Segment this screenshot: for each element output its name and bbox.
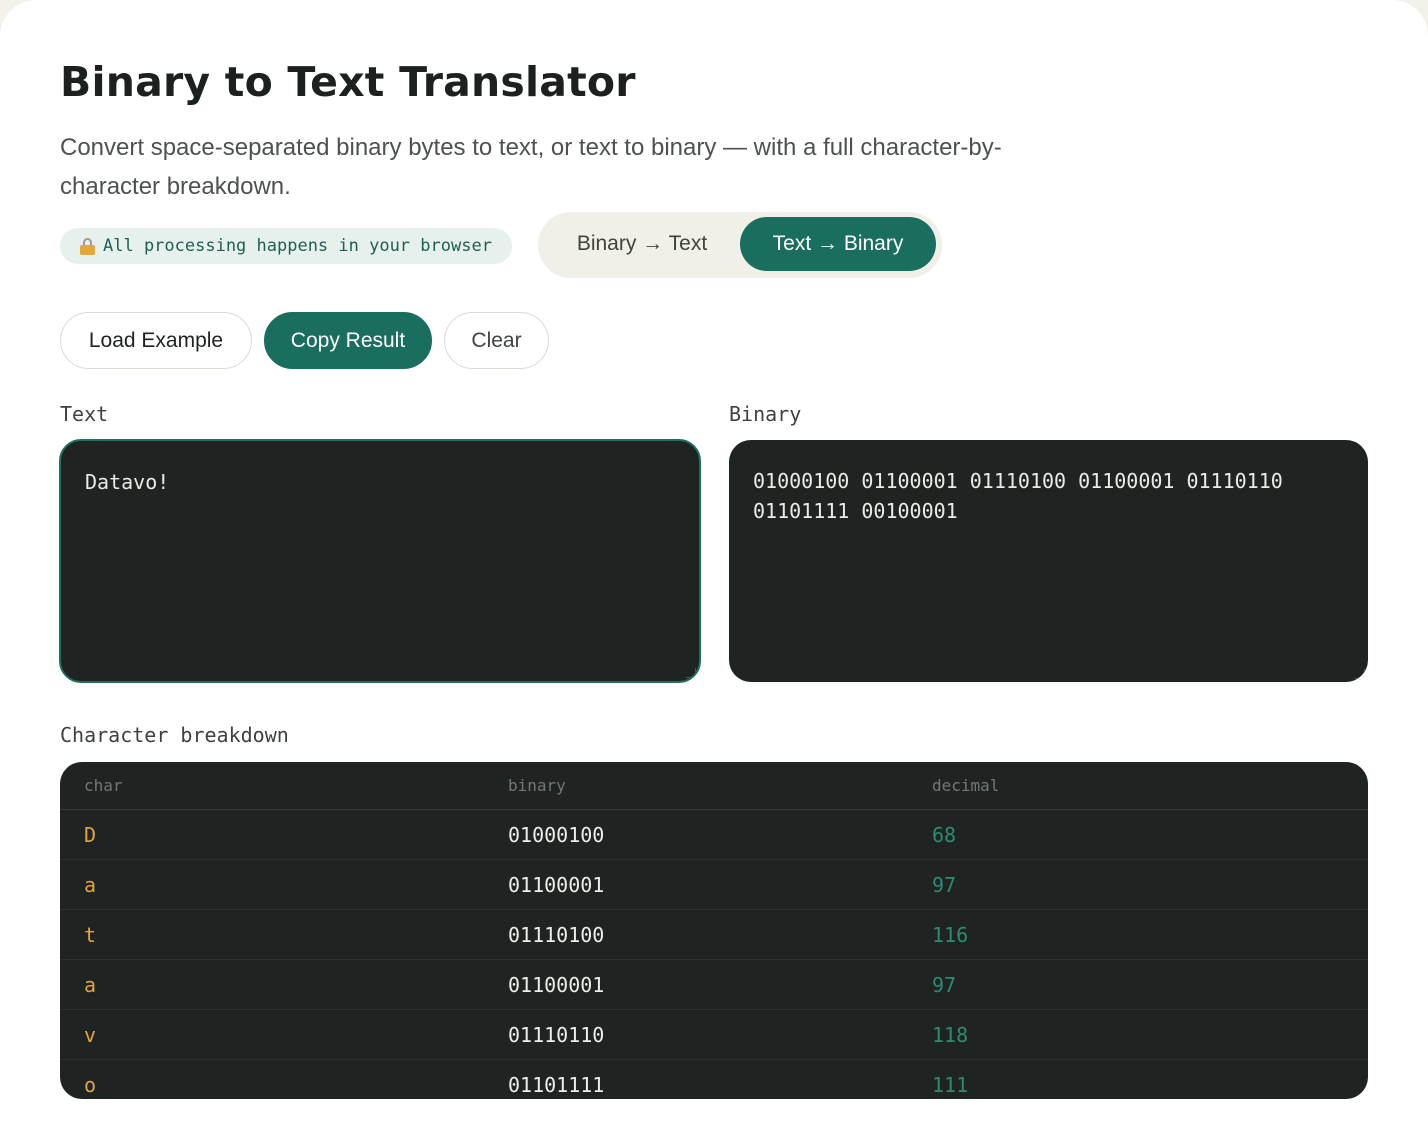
breakdown-label: Character breakdown: [60, 723, 289, 747]
table-row: D 01000100 68: [60, 810, 1368, 860]
table-row: o 01101111 111: [60, 1060, 1368, 1099]
main-card: Binary to Text Translator Convert space-…: [0, 0, 1428, 1136]
cell-binary: 01000100: [508, 822, 605, 847]
table-row: v 01110110 118: [60, 1010, 1368, 1060]
cell-decimal: 118: [932, 1022, 969, 1047]
cell-char: a: [84, 972, 97, 997]
resize-handle-icon[interactable]: [686, 668, 696, 678]
copy-result-button[interactable]: Copy Result: [264, 312, 432, 369]
privacy-badge: All processing happens in your browser: [60, 228, 512, 264]
cell-decimal: 111: [932, 1073, 969, 1097]
table-row: a 01100001 97: [60, 860, 1368, 910]
cell-binary: 01101111: [508, 1073, 605, 1097]
binary-output[interactable]: 01000100 01100001 01110100 01100001 0111…: [729, 440, 1368, 682]
cell-binary: 01110100: [508, 922, 605, 947]
cell-decimal: 68: [932, 822, 957, 847]
table-row: a 01100001 97: [60, 960, 1368, 1010]
column-header-decimal: decimal: [932, 776, 1000, 795]
cell-char: o: [84, 1073, 97, 1097]
column-header-char: char: [84, 776, 123, 795]
cell-char: t: [84, 922, 97, 947]
table-row: t 01110100 116: [60, 910, 1368, 960]
clear-button[interactable]: Clear: [444, 312, 549, 369]
mode-binary-to-text-button[interactable]: Binary → Text: [543, 217, 741, 271]
privacy-badge-text: All processing happens in your browser: [103, 236, 492, 256]
cell-decimal: 116: [932, 922, 969, 947]
breakdown-table: char binary decimal D 01000100 68 a 0110…: [60, 762, 1368, 1099]
binary-output-value: 01000100 01100001 01110100 01100001 0111…: [753, 469, 1283, 523]
cell-char: v: [84, 1022, 97, 1047]
mode-toggle: Binary → Text Text → Binary: [538, 212, 942, 278]
cell-binary: 01100001: [508, 872, 605, 897]
cell-char: a: [84, 872, 97, 897]
cell-char: D: [84, 822, 97, 847]
table-header: char binary decimal: [60, 762, 1368, 810]
cell-decimal: 97: [932, 872, 957, 897]
resize-handle-icon[interactable]: [1355, 669, 1365, 679]
cell-decimal: 97: [932, 972, 957, 997]
cell-binary: 01110110: [508, 1022, 605, 1047]
lock-icon: [80, 237, 95, 255]
mode-text-to-binary-button[interactable]: Text → Binary: [740, 217, 936, 271]
text-input-value: Datavo!: [85, 470, 170, 494]
page-subtitle: Convert space-separated binary bytes to …: [60, 134, 1002, 200]
output-label: Binary: [729, 402, 802, 426]
load-example-button[interactable]: Load Example: [60, 312, 252, 369]
cell-binary: 01100001: [508, 972, 605, 997]
input-label: Text: [60, 402, 109, 426]
text-input[interactable]: Datavo!: [59, 439, 701, 683]
page-title: Binary to Text Translator: [60, 58, 636, 106]
column-header-binary: binary: [508, 776, 566, 795]
